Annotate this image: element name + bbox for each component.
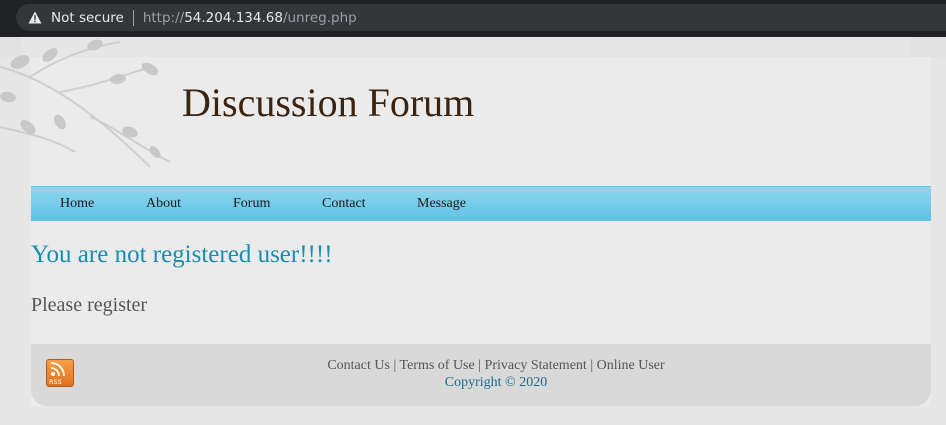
- site-title: Discussion Forum: [182, 80, 475, 125]
- divider: [132, 9, 134, 26]
- url-text[interactable]: http://54.204.134.68/unreg.php: [143, 10, 357, 26]
- footer-link-privacy[interactable]: Privacy Statement: [485, 358, 587, 373]
- page-content: Discussion Forum Home About Forum Contac…: [0, 37, 946, 425]
- footer: RSS Contact Us | Terms of Use | Privacy …: [31, 344, 931, 406]
- nav-item-about[interactable]: About: [146, 196, 181, 212]
- footer-link-terms[interactable]: Terms of Use: [400, 358, 475, 373]
- warning-icon[interactable]: [27, 10, 42, 25]
- browser-toolbar: Not secure http://54.204.134.68/unreg.ph…: [0, 0, 946, 37]
- security-status[interactable]: Not secure: [51, 10, 124, 26]
- nav-item-contact[interactable]: Contact: [322, 196, 366, 212]
- footer-separator: |: [389, 358, 400, 373]
- footer-separator: |: [474, 358, 485, 373]
- footer-link-online-user[interactable]: Online User: [597, 358, 665, 373]
- address-bar[interactable]: Not secure http://54.204.134.68/unreg.ph…: [16, 4, 946, 31]
- url-path: /unreg.php: [282, 9, 357, 26]
- right-margin: [910, 37, 946, 57]
- url-scheme: http://: [142, 9, 185, 26]
- footer-links: Contact Us | Terms of Use | Privacy Stat…: [31, 358, 946, 374]
- copyright: Copyright © 2020: [444, 375, 548, 390]
- nav-item-message[interactable]: Message: [417, 196, 466, 212]
- nav-item-forum[interactable]: Forum: [233, 196, 270, 212]
- footer-link-contact[interactable]: Contact Us: [327, 358, 390, 373]
- register-prompt: Please register: [31, 294, 148, 316]
- footer-separator: |: [586, 358, 597, 373]
- main-navigation: Home About Forum Contact Message: [31, 186, 931, 221]
- url-host: 54.204.134.68: [184, 9, 283, 26]
- error-heading: You are not registered user!!!!: [31, 241, 333, 268]
- nav-item-home[interactable]: Home: [60, 196, 94, 212]
